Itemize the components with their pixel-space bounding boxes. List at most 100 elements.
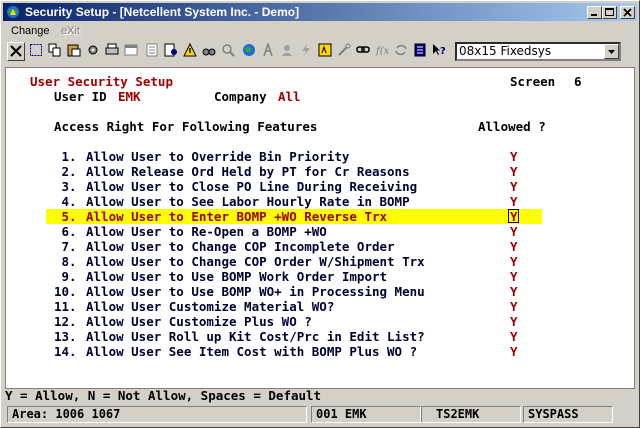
select-tool-button[interactable]: [28, 42, 46, 61]
maximize-button[interactable]: [602, 6, 617, 19]
app-window: Security Setup - [Netcellent System Inc.…: [0, 0, 640, 428]
notes-tool-button[interactable]: [412, 42, 430, 61]
copy-icon: [48, 43, 61, 57]
access-right-number: 4.: [54, 194, 77, 209]
access-right-number: 3.: [54, 179, 77, 194]
link-icon: [356, 46, 370, 53]
status-terminal: TS2EMK: [421, 406, 521, 423]
binoculars-icon: [202, 48, 216, 56]
access-right-label: Allow Release Ord Held by PT for Cr Reas…: [86, 164, 410, 179]
access-right-value[interactable]: Y: [510, 239, 518, 254]
menu-change[interactable]: Change: [11, 25, 50, 37]
access-right-label: Allow User to Close PO Line During Recei…: [86, 179, 418, 194]
access-right-value[interactable]: Y: [510, 269, 518, 284]
access-right-number: 14.: [54, 344, 77, 359]
access-right-number: 13.: [54, 329, 77, 344]
access-right-value[interactable]: Y: [510, 194, 518, 209]
help-line: Y = Allow, N = Not Allow, Spaces = Defau…: [5, 388, 322, 403]
access-right-label: Allow User to Change COP Incomplete Orde…: [86, 239, 395, 254]
company-value[interactable]: All: [278, 89, 301, 104]
access-right-label: Allow User Roll up Kit Cost/Prc in Edit …: [86, 329, 425, 344]
toolbar: f(x) ? 08x15 Fixedsys: [3, 40, 637, 64]
magnifier-icon: [222, 44, 235, 57]
access-right-value[interactable]: Y: [510, 179, 518, 194]
user-tool-button[interactable]: [279, 42, 297, 61]
access-right-number: 6.: [54, 224, 77, 239]
svg-text:?: ?: [440, 46, 446, 57]
status-password: SYSPASS: [523, 406, 613, 423]
globe-icon: [243, 44, 255, 56]
tools-tool-button[interactable]: [336, 42, 354, 61]
link-tool-button[interactable]: [355, 42, 373, 61]
warning-tool-button[interactable]: [182, 42, 200, 61]
access-right-value[interactable]: Y: [510, 254, 518, 269]
paste-tool-button[interactable]: [66, 42, 84, 61]
dotted-select-icon: [30, 44, 42, 56]
access-right-number: 10.: [54, 284, 77, 299]
terminal-screen[interactable]: User Security Setup Screen 6 User ID EMK…: [5, 67, 635, 389]
font-select-dropdown[interactable]: [604, 44, 619, 59]
function-tool-button[interactable]: f(x): [374, 42, 392, 61]
cancel-tool-button[interactable]: [7, 42, 25, 61]
access-right-number: 11.: [54, 299, 77, 314]
access-right-value[interactable]: Y: [510, 164, 518, 179]
svg-text:f(x): f(x): [375, 46, 389, 57]
web-tool-button[interactable]: [241, 42, 259, 61]
font-select[interactable]: 08x15 Fixedsys: [455, 42, 621, 61]
list-tool-button[interactable]: [144, 42, 162, 61]
refresh-tool-button[interactable]: [393, 42, 411, 61]
access-right-value[interactable]: Y: [510, 344, 518, 359]
access-right-number: 9.: [54, 269, 77, 284]
search-tool-button[interactable]: [220, 42, 238, 61]
section-title: Access Right For Following Features: [54, 119, 318, 134]
access-right-number: 5.: [54, 209, 77, 224]
access-right-label: Allow User to Enter BOMP +WO Reverse Trx: [86, 209, 388, 224]
copy-tool-button[interactable]: [47, 42, 65, 61]
screen-number: 6: [574, 74, 582, 89]
access-right-value[interactable]: Y: [510, 284, 518, 299]
access-right-label: Allow User to Change COP Order W/Shipmen…: [86, 254, 425, 269]
access-right-label: Allow User See Item Cost with BOMP Plus …: [86, 344, 418, 359]
list-icon: [146, 43, 158, 57]
access-right-value[interactable]: Y: [510, 299, 518, 314]
user-icon: [282, 45, 292, 56]
window-tool-button[interactable]: [123, 42, 141, 61]
minimize-button[interactable]: [587, 6, 602, 19]
access-right-value[interactable]: Y: [510, 224, 518, 239]
font-icon: [263, 43, 273, 57]
paste-icon: [67, 44, 81, 57]
close-button[interactable]: [620, 6, 635, 19]
help-pointer-icon: ?: [433, 44, 446, 57]
access-right-label: Allow User to Use BOMP WO+ in Processing…: [86, 284, 425, 299]
find-tool-button[interactable]: [201, 42, 219, 61]
access-right-number: 2.: [54, 164, 77, 179]
user-id-label: User ID: [54, 89, 107, 104]
company-label: Company: [214, 89, 267, 104]
script-tool-button[interactable]: [317, 42, 335, 61]
status-bar: Area: 1006 1067 001 EMK TS2EMK SYSPASS: [3, 405, 637, 425]
script-icon: [318, 43, 332, 57]
font-select-value: 08x15 Fixedsys: [459, 44, 552, 58]
printer-icon: [105, 43, 119, 55]
access-right-value[interactable]: Y: [510, 149, 518, 164]
help-tool-button[interactable]: ?: [431, 42, 449, 61]
access-right-value[interactable]: Y: [510, 329, 518, 344]
font-tool-button[interactable]: [260, 42, 278, 61]
chevron-down-icon: [608, 50, 615, 54]
settings-tool-button[interactable]: [85, 42, 103, 61]
text-cursor: [508, 209, 519, 223]
lightning-tool-button[interactable]: [298, 42, 316, 61]
status-company-user: 001 EMK: [311, 406, 421, 423]
access-right-number: 12.: [54, 314, 77, 329]
access-right-value[interactable]: Y: [510, 314, 518, 329]
function-icon: f(x): [375, 46, 389, 57]
user-id-value[interactable]: EMK: [118, 89, 141, 104]
refresh-icon: [395, 44, 407, 56]
report-tool-button[interactable]: [163, 42, 181, 61]
menu-bar: Change eXit: [3, 23, 637, 39]
access-right-label: Allow User Customize Plus WO ?: [86, 314, 312, 329]
menu-exit[interactable]: eXit: [61, 25, 80, 37]
tools-icon: [338, 43, 351, 56]
print-tool-button[interactable]: [104, 42, 122, 61]
title-bar[interactable]: Security Setup - [Netcellent System Inc.…: [3, 3, 637, 21]
